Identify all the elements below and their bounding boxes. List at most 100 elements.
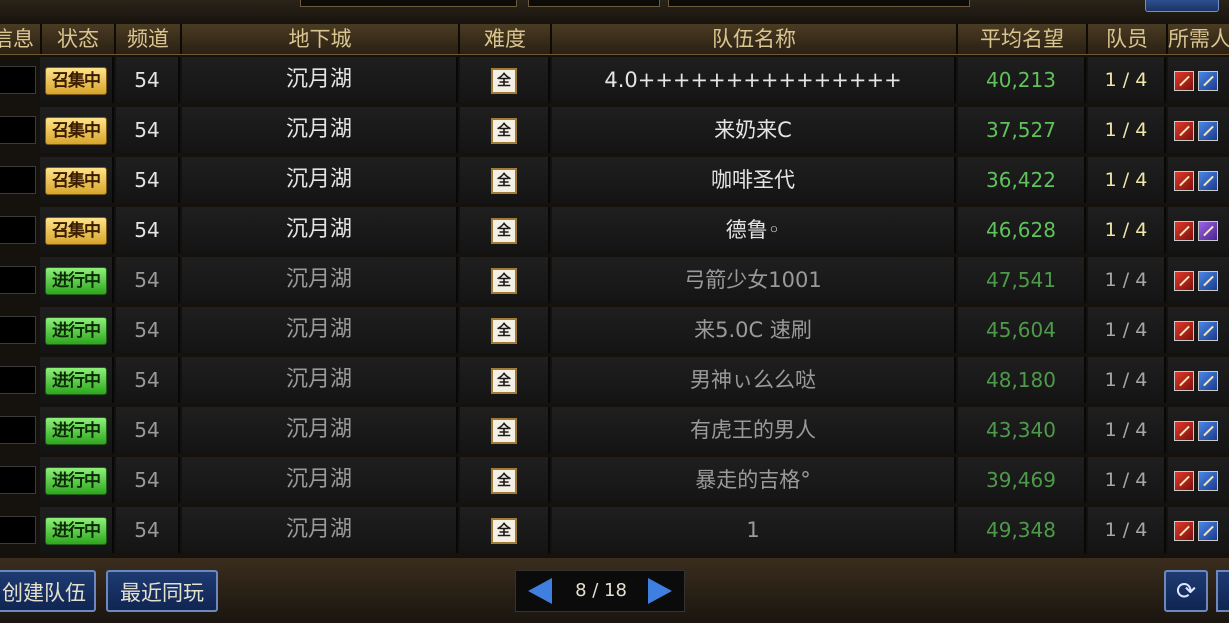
- table-row[interactable]: 进行中 54 沉月湖 全 来5.0C 速刷 45,604 1 / 4: [0, 307, 1229, 353]
- difficulty-cell: 全: [460, 357, 550, 403]
- team-name-cell: 男神ぃ么么哒: [552, 357, 956, 403]
- required-jobs-cell: [1168, 457, 1229, 503]
- red-job-icon: [1174, 270, 1194, 291]
- header-dungeon: 地下城: [182, 24, 460, 54]
- avg-reputation-cell: 47,541: [958, 257, 1086, 303]
- members-cell: 1 / 4: [1088, 307, 1166, 353]
- prev-page-icon[interactable]: [528, 578, 552, 604]
- table-row[interactable]: 召集中 54 沉月湖 全 4.0+++++++++++++++ 40,213 1 / 4: [0, 57, 1229, 103]
- header-avg-reputation: 平均名望: [958, 24, 1088, 54]
- difficulty-icon: 全: [491, 367, 517, 394]
- avg-reputation-cell: 49,348: [958, 507, 1086, 553]
- dungeon-cell: 沉月湖: [182, 457, 458, 503]
- dungeon-cell: 沉月湖: [182, 357, 458, 403]
- difficulty-icon: 全: [491, 517, 517, 544]
- avg-reputation-cell: 40,213: [958, 57, 1086, 103]
- blue-job-icon: [1198, 170, 1218, 191]
- top-slot: [300, 0, 517, 7]
- difficulty-cell: 全: [460, 207, 550, 253]
- info-cell: [0, 66, 36, 94]
- difficulty-icon: 全: [491, 217, 517, 244]
- team-name-cell: 弓箭少女1001: [552, 257, 956, 303]
- status-badge: 进行中: [45, 316, 107, 345]
- top-strip: [0, 0, 1229, 24]
- header-required: 所需人: [1168, 24, 1229, 54]
- blue-job-icon: [1198, 270, 1218, 291]
- status-cell: 召集中: [40, 107, 114, 153]
- difficulty-icon: 全: [491, 117, 517, 144]
- channel-cell: 54: [116, 57, 180, 103]
- difficulty-icon: 全: [491, 167, 517, 194]
- refresh-icon[interactable]: ⟳: [1164, 570, 1208, 612]
- dungeon-cell: 沉月湖: [182, 407, 458, 453]
- table-row[interactable]: 进行中 54 沉月湖 全 暴走的吉格° 39,469 1 / 4: [0, 457, 1229, 503]
- table-row[interactable]: 进行中 54 沉月湖 全 弓箭少女1001 47,541 1 / 4: [0, 257, 1229, 303]
- info-cell: [0, 266, 36, 294]
- avg-reputation-cell: 37,527: [958, 107, 1086, 153]
- header-difficulty: 难度: [460, 24, 552, 54]
- difficulty-cell: 全: [460, 57, 550, 103]
- team-name-cell: 暴走的吉格°: [552, 457, 956, 503]
- members-cell: 1 / 4: [1088, 457, 1166, 503]
- table-row[interactable]: 进行中 54 沉月湖 全 有虎王的男人 43,340 1 / 4: [0, 407, 1229, 453]
- status-cell: 进行中: [40, 507, 114, 553]
- red-job-icon: [1174, 370, 1194, 391]
- members-cell: 1 / 4: [1088, 157, 1166, 203]
- members-cell: 1 / 4: [1088, 407, 1166, 453]
- status-badge: 召集中: [45, 166, 107, 195]
- status-cell: 进行中: [40, 457, 114, 503]
- next-page-icon[interactable]: [648, 578, 672, 604]
- difficulty-cell: 全: [460, 307, 550, 353]
- dungeon-cell: 沉月湖: [182, 157, 458, 203]
- difficulty-cell: 全: [460, 107, 550, 153]
- members-cell: 1 / 4: [1088, 257, 1166, 303]
- dungeon-cell: 沉月湖: [182, 257, 458, 303]
- difficulty-icon: 全: [491, 67, 517, 94]
- red-job-icon: [1174, 120, 1194, 141]
- blue-job-icon: [1198, 520, 1218, 541]
- recent-played-button[interactable]: 最近同玩: [106, 570, 218, 612]
- status-badge: 召集中: [45, 66, 107, 95]
- info-cell: [0, 366, 36, 394]
- difficulty-cell: 全: [460, 407, 550, 453]
- table-row[interactable]: 进行中 54 沉月湖 全 男神ぃ么么哒 48,180 1 / 4: [0, 357, 1229, 403]
- top-button[interactable]: [1145, 0, 1219, 12]
- blue-job-icon: [1198, 370, 1218, 391]
- red-job-icon: [1174, 170, 1194, 191]
- info-cell: [0, 216, 36, 244]
- table-row[interactable]: 召集中 54 沉月湖 全 来奶来C 37,527 1 / 4: [0, 107, 1229, 153]
- side-button[interactable]: [1216, 570, 1229, 612]
- difficulty-cell: 全: [460, 507, 550, 553]
- required-jobs-cell: [1168, 57, 1229, 103]
- members-cell: 1 / 4: [1088, 107, 1166, 153]
- team-name-cell: 4.0+++++++++++++++: [552, 57, 956, 103]
- header-info: 信息: [0, 24, 42, 54]
- required-jobs-cell: [1168, 507, 1229, 553]
- team-name-cell: 有虎王的男人: [552, 407, 956, 453]
- dungeon-cell: 沉月湖: [182, 57, 458, 103]
- channel-cell: 54: [116, 357, 180, 403]
- required-jobs-cell: [1168, 207, 1229, 253]
- table-row[interactable]: 召集中 54 沉月湖 全 德鲁◦ 46,628 1 / 4: [0, 207, 1229, 253]
- status-badge: 进行中: [45, 266, 107, 295]
- table-header: 信息 状态 频道 地下城 难度 队伍名称 平均名望 队员 所需人: [0, 24, 1229, 55]
- channel-cell: 54: [116, 107, 180, 153]
- red-job-icon: [1174, 70, 1194, 91]
- header-members: 队员: [1088, 24, 1168, 54]
- info-cell: [0, 416, 36, 444]
- team-name-cell: 来奶来C: [552, 107, 956, 153]
- required-jobs-cell: [1168, 357, 1229, 403]
- status-cell: 召集中: [40, 207, 114, 253]
- members-cell: 1 / 4: [1088, 207, 1166, 253]
- create-team-button[interactable]: 创建队伍: [0, 570, 96, 612]
- status-cell: 进行中: [40, 257, 114, 303]
- status-badge: 进行中: [45, 416, 107, 445]
- status-cell: 进行中: [40, 307, 114, 353]
- avg-reputation-cell: 39,469: [958, 457, 1086, 503]
- status-badge: 进行中: [45, 366, 107, 395]
- channel-cell: 54: [116, 157, 180, 203]
- table-row[interactable]: 召集中 54 沉月湖 全 咖啡圣代 36,422 1 / 4: [0, 157, 1229, 203]
- team-name-cell: 咖啡圣代: [552, 157, 956, 203]
- table-row[interactable]: 进行中 54 沉月湖 全 1 49,348 1 / 4: [0, 507, 1229, 553]
- difficulty-icon: 全: [491, 417, 517, 444]
